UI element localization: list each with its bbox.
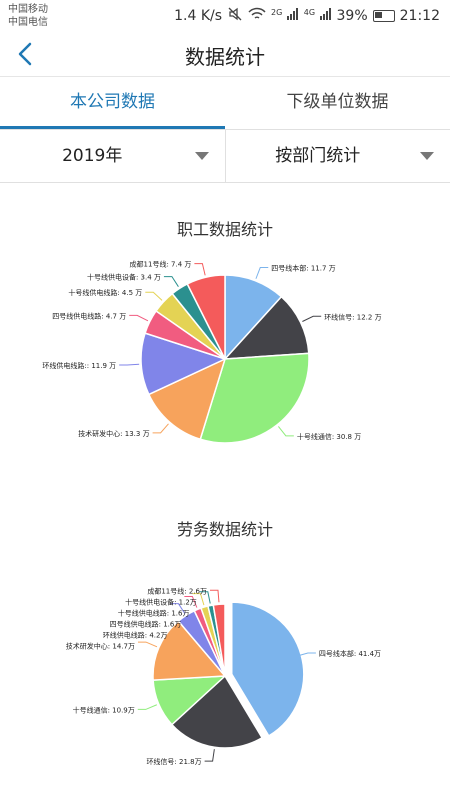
leader-line: [204, 749, 215, 762]
status-indicators: 1.4 K/s 2G 4G 39% 21:12: [174, 6, 440, 26]
year-value: 2019年: [62, 146, 123, 166]
data-label: 四号线供电线路: 1.6万: [110, 619, 182, 628]
data-label: 十号线供电线路: 1.6万: [118, 608, 190, 617]
data-label: 十号线通信: 30.8 万: [297, 432, 361, 441]
labor-chart-section: 劳务数据统计 四号线本部: 41.4万 环线信号: 21.8万 十号线通信: 10.…: [0, 516, 450, 796]
data-label: 环线供电线路:: 11.9 万: [42, 361, 116, 370]
data-label: 环线供电线路: 4.2万: [103, 630, 168, 639]
data-label: 四号线供电线路: 4.7 万: [52, 311, 126, 320]
leader-line: [145, 291, 163, 301]
network-2g-label: 2G: [271, 8, 283, 17]
network-4g-label: 4G: [303, 8, 316, 17]
signal-4g-icon: 4G: [304, 8, 332, 24]
tab-company-data[interactable]: 本公司数据: [0, 77, 225, 129]
data-label: 十号线供电线路: 4.5 万: [68, 288, 142, 297]
data-label: 成都11号线: 2.6万: [147, 586, 207, 595]
wifi-icon: [248, 7, 266, 25]
leader-line: [209, 589, 220, 603]
tab-bar: 本公司数据 下级单位数据: [0, 77, 450, 130]
carrier-2: 中国电信: [8, 17, 48, 28]
leader-line: [137, 641, 158, 648]
mute-icon: [227, 6, 243, 26]
data-label: 十号线供电设备: 3.4 万: [87, 273, 161, 282]
leader-line: [137, 704, 158, 710]
battery-icon: [372, 10, 395, 22]
clock: 21:12: [399, 8, 440, 24]
carrier-info: 中国移动 中国电信: [8, 3, 48, 29]
data-label: 四号线本部: 11.7 万: [271, 264, 335, 273]
leader-line: [255, 267, 269, 279]
chevron-down-icon: [420, 152, 434, 160]
leader-line: [278, 426, 294, 437]
leader-line: [302, 315, 322, 322]
data-label: 成都11号线: 7.4 万: [130, 260, 192, 269]
leader-line: [194, 263, 206, 276]
group-by-dropdown[interactable]: 按部门统计: [224, 130, 450, 182]
data-label: 四号线本部: 41.4万: [319, 649, 381, 658]
data-label: 十号线供电设备: 1.2万: [125, 597, 197, 606]
battery-percent: 39%: [336, 8, 368, 24]
page-title: 数据统计: [185, 45, 265, 69]
data-label: 技术研发中心: 14.7万: [66, 641, 135, 650]
group-by-value: 按部门统计: [275, 146, 361, 166]
year-dropdown[interactable]: 2019年: [0, 130, 225, 182]
staff-pie-chart: 四号线本部: 11.7 万环线信号: 12.2 万十号线通信: 30.8 万 技术…: [42, 260, 382, 444]
leader-line: [119, 363, 140, 366]
data-label: 十号线通信: 10.9万: [73, 705, 135, 714]
carrier-1: 中国移动: [8, 4, 48, 15]
staff-chart-section: 职工数据统计 四号线本部: 11.7 万环线信号: 12.2 万十号线通信: 3…: [0, 216, 450, 476]
status-bar: 中国移动 中国电信 1.4 K/s 2G 4G 39% 21:12: [0, 0, 450, 32]
filter-bar: 2019年 按部门统计: [0, 130, 450, 183]
signal-2g-icon: 2G: [271, 8, 299, 24]
leader-line: [163, 276, 179, 287]
network-speed: 1.4 K/s: [174, 8, 223, 24]
chevron-down-icon: [194, 152, 209, 160]
data-label: 技术研发中心: 13.3 万: [78, 429, 149, 438]
data-label: 环线信号: 12.2 万: [324, 312, 381, 321]
leader-line: [129, 314, 149, 322]
labor-pie-chart: 四号线本部: 41.4万环线信号: 21.8万 十号线通信: 10.9万 技术研发中…: [66, 586, 381, 766]
app-header: 数据统计: [0, 32, 450, 77]
data-label: 环线信号: 21.8万: [146, 757, 201, 766]
tab-subordinate-data[interactable]: 下级单位数据: [225, 77, 450, 129]
leader-line: [152, 423, 169, 434]
